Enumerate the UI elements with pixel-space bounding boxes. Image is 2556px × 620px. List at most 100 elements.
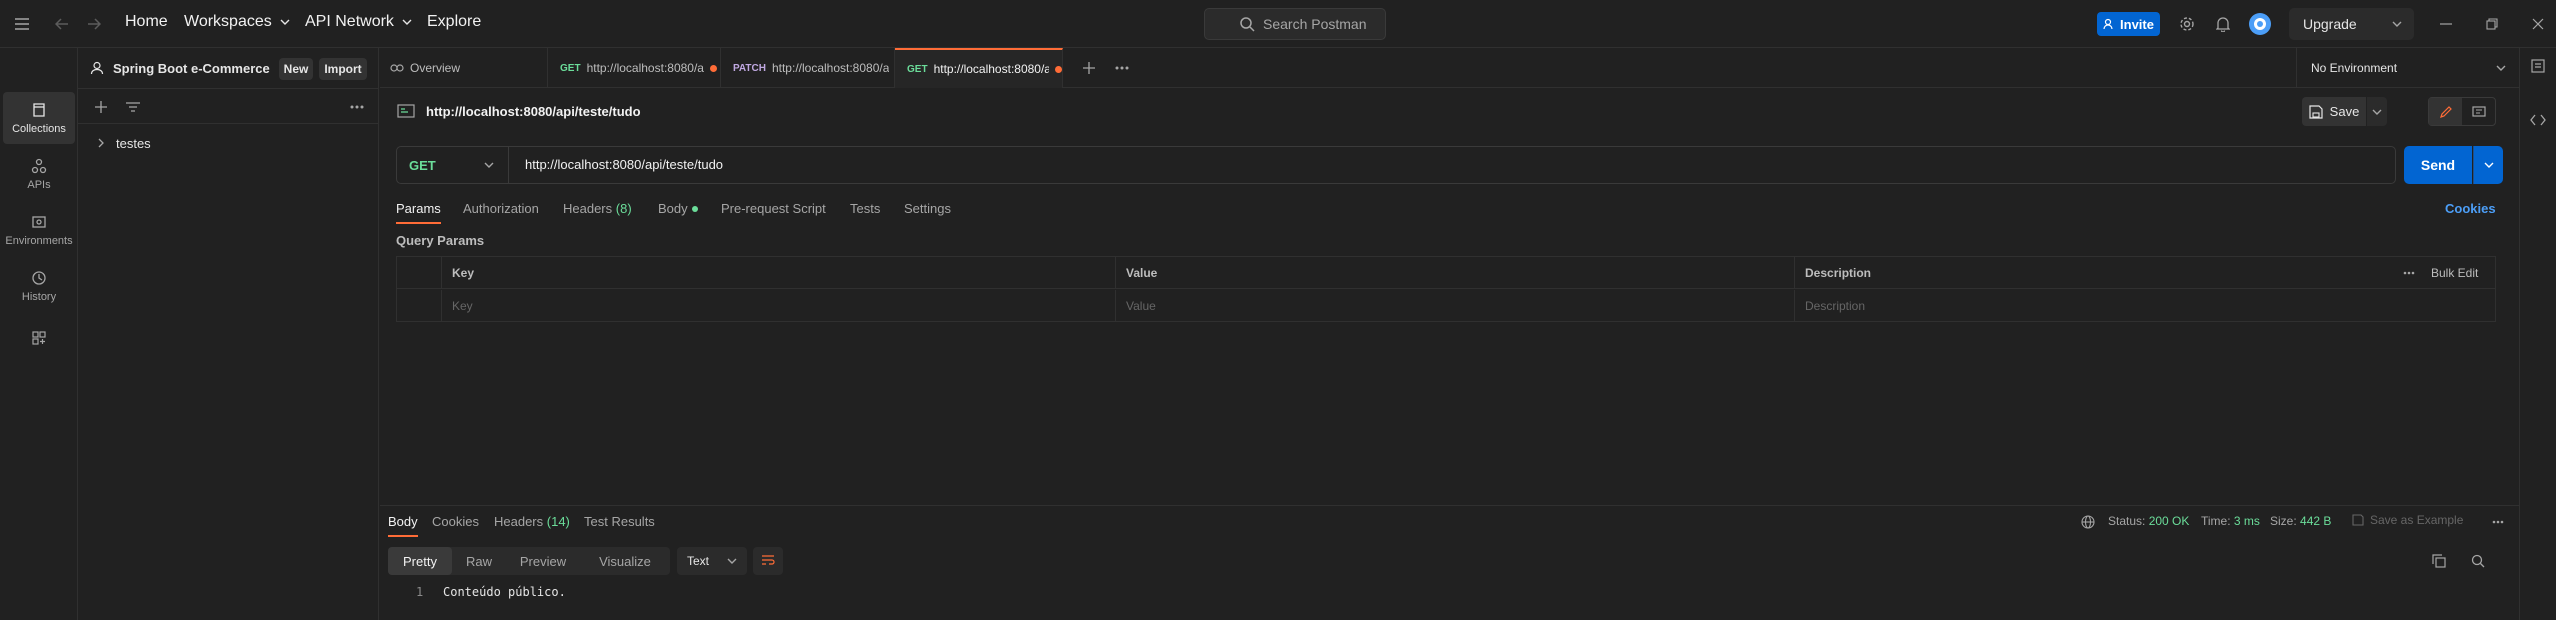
more-icon[interactable] [348,98,366,116]
plus-icon[interactable] [92,98,110,116]
more-icon[interactable] [2400,265,2418,281]
nav-home[interactable]: Home [125,13,168,31]
tab-body[interactable]: Body [658,201,698,216]
forward-arrow-icon[interactable] [84,14,104,34]
bell-icon[interactable] [2213,14,2233,34]
new-tab-plus-icon[interactable] [1080,59,1098,77]
save-icon [2309,104,2323,119]
sidebar-item-testes[interactable]: testes [78,130,378,156]
view-preview[interactable]: Preview [506,547,580,575]
nav-api-network-label: API Network [305,13,394,30]
response-tab-test-results[interactable]: Test Results [584,514,655,529]
wrap-lines-button[interactable] [753,547,783,575]
key-input[interactable]: Key [442,290,1116,322]
tab-params[interactable]: Params [396,201,441,224]
chevron-down-icon [402,19,412,25]
tab-body-label: Body [658,201,688,216]
left-rail: Collections APIs Environments History [0,48,78,620]
more-tabs-icon[interactable] [1113,59,1131,77]
globe-icon[interactable] [2080,514,2096,530]
more-icon[interactable] [2489,514,2507,530]
method-select[interactable]: GET [397,147,509,183]
restore-icon[interactable] [2482,14,2502,34]
search-icon[interactable] [2469,552,2487,570]
url-bar: GET http://localhost:8080/api/teste/tudo [396,146,2396,184]
back-arrow-icon[interactable] [52,14,72,34]
tab-method: GET [907,63,928,75]
add-user-icon [2103,18,2113,30]
edit-mode-pencil-icon[interactable] [2429,98,2462,125]
menu-icon[interactable] [12,14,32,34]
description-input[interactable]: Description [1795,290,2495,322]
save-as-example-button[interactable]: Save as Example [2352,513,2463,527]
nav-api-network[interactable]: API Network [305,13,412,31]
collections-icon [33,102,45,117]
column-description: Description [1805,266,1872,280]
upgrade-button[interactable]: Upgrade [2289,8,2414,40]
environment-select[interactable]: No Environment [2296,48,2518,88]
unsaved-dot [1055,65,1062,73]
tab-settings[interactable]: Settings [904,201,951,216]
user-icon [90,61,104,75]
response-tab-cookies[interactable]: Cookies [432,514,479,529]
chevron-right-icon [98,138,104,148]
tab-request[interactable]: PATCH http://localhost:8080/a [721,48,895,88]
size-info[interactable]: Size: 442 B [2270,514,2331,528]
upgrade-label: Upgrade [2303,16,2357,32]
rail-history[interactable]: History [3,260,75,312]
view-raw[interactable]: Raw [452,547,506,575]
tab-headers[interactable]: Headers (8) [563,201,632,216]
send-options-button[interactable] [2473,146,2503,184]
avatar[interactable] [2248,12,2272,36]
environment-quicklook-icon[interactable] [2529,57,2547,75]
rail-apis[interactable]: APIs [3,148,75,200]
rail-environments[interactable]: Environments [3,204,75,256]
nav-workspaces[interactable]: Workspaces [184,13,290,31]
minimize-icon[interactable] [2436,14,2456,34]
close-icon[interactable] [2528,14,2548,34]
rail-collections[interactable]: Collections [3,92,75,144]
tab-prerequest-script[interactable]: Pre-request Script [721,201,826,216]
code-icon[interactable] [2529,111,2547,129]
tab-request-active[interactable]: GET http://localhost:8080/a [895,48,1063,88]
view-visualize[interactable]: Visualize [580,547,670,575]
gear-icon[interactable] [2177,14,2197,34]
value-input[interactable]: Value [1116,290,1795,322]
cookies-link[interactable]: Cookies [2445,201,2496,216]
new-button[interactable]: New [279,58,313,80]
comment-mode-icon[interactable] [2462,98,2495,125]
tab-authorization[interactable]: Authorization [463,201,539,216]
send-button[interactable]: Send [2404,146,2472,184]
chevron-down-icon [2496,65,2506,71]
tab-label: Overview [410,61,461,75]
chevron-down-icon [727,558,737,564]
rail-apis-label: APIs [27,178,51,191]
tab-tests[interactable]: Tests [850,201,880,216]
response-tab-body[interactable]: Body [388,514,418,537]
time-info[interactable]: Time: 3 ms [2201,514,2260,528]
tab-overview[interactable]: Overview [380,48,548,88]
tab-request[interactable]: GET http://localhost:8080/a [548,48,721,88]
bulk-edit-link[interactable]: Bulk Edit [2431,266,2478,280]
workspace-name[interactable]: Spring Boot e-Commerce [113,61,270,76]
copy-icon[interactable] [2430,552,2448,570]
save-button[interactable]: Save [2302,97,2366,126]
column-key: Key [442,257,1116,289]
response-tab-headers[interactable]: Headers (14) [494,514,570,529]
rail-configure[interactable] [3,322,75,358]
status-info[interactable]: Status: 200 OK [2108,514,2189,528]
view-pretty[interactable]: Pretty [388,547,452,575]
request-title[interactable]: http://localhost:8080/api/teste/tudo [426,104,641,119]
row-checkbox-cell [397,290,442,322]
format-select[interactable]: Text [677,547,747,575]
import-button[interactable]: Import [319,58,367,80]
workspace-header: Spring Boot e-Commerce New Import [78,48,379,88]
search-input[interactable]: Search Postman [1204,8,1386,40]
filter-icon[interactable] [124,98,142,116]
nav-explore[interactable]: Explore [427,13,481,31]
url-input[interactable]: http://localhost:8080/api/teste/tudo [525,157,2325,172]
table-header-row: Key Value Description Bulk Edit [397,257,2495,289]
save-options-button[interactable] [2367,97,2387,126]
status-label: Status: [2108,514,2146,528]
invite-button[interactable]: Invite [2097,12,2160,36]
